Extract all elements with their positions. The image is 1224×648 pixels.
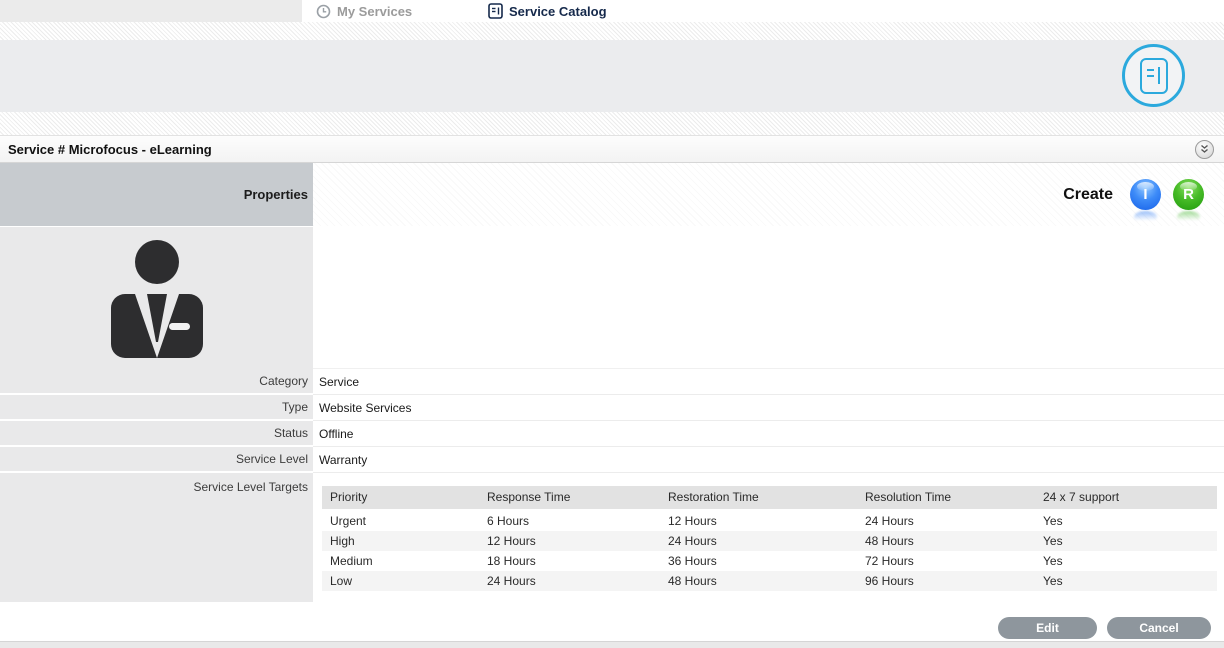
edit-button[interactable]: Edit xyxy=(998,617,1097,639)
businessman-avatar-icon xyxy=(105,236,209,360)
cell: 96 Hours xyxy=(857,571,1035,591)
cell: Yes xyxy=(1035,571,1217,591)
column-header: Resolution Time xyxy=(857,486,1035,511)
cell: 12 Hours xyxy=(479,531,660,551)
top-tab-bar: My Services Service Catalog xyxy=(0,0,1224,22)
field-row-type: Type Website Services xyxy=(0,395,1224,421)
column-header: Response Time xyxy=(479,486,660,511)
tab-label: My Services xyxy=(337,4,412,19)
field-value: Website Services xyxy=(313,395,1224,421)
tab-label: Service Catalog xyxy=(509,4,607,19)
page-title: Service # Microfocus - eLearning xyxy=(8,142,212,157)
column-header: Restoration Time xyxy=(660,486,857,511)
field-label: Service Level xyxy=(0,447,313,473)
clock-icon xyxy=(316,4,331,19)
service-catalog-circle-icon[interactable] xyxy=(1122,44,1185,107)
service-level-targets-row: Service Level Targets Priority Response … xyxy=(0,473,1224,602)
column-header: 24 x 7 support xyxy=(1035,486,1217,511)
catalog-icon xyxy=(488,3,503,19)
cell: 24 Hours xyxy=(857,511,1035,531)
cell: 18 Hours xyxy=(479,551,660,571)
create-label: Create xyxy=(1063,186,1113,204)
cell: 48 Hours xyxy=(857,531,1035,551)
field-value: Service xyxy=(313,369,1224,395)
section-title: Properties xyxy=(0,163,313,226)
cell: Low xyxy=(322,571,479,591)
field-label: Status xyxy=(0,421,313,447)
field-row-category: Category Service xyxy=(0,369,1224,395)
avatar-row xyxy=(0,227,1224,369)
cell: High xyxy=(322,531,479,551)
field-row-status: Status Offline xyxy=(0,421,1224,447)
cell: Yes xyxy=(1035,551,1217,571)
cell: 36 Hours xyxy=(660,551,857,571)
field-label: Category xyxy=(0,369,313,395)
tab-my-services[interactable]: My Services xyxy=(316,0,412,22)
banner xyxy=(0,40,1224,112)
properties-header-row: Properties Create I R xyxy=(0,163,1224,226)
service-level-targets-table: Priority Response Time Restoration Time … xyxy=(322,486,1217,591)
field-label: Type xyxy=(0,395,313,421)
action-bar: Edit Cancel xyxy=(0,602,1224,641)
cell: 6 Hours xyxy=(479,511,660,531)
cell: 48 Hours xyxy=(660,571,857,591)
cell: Yes xyxy=(1035,511,1217,531)
column-header: Priority xyxy=(322,486,479,511)
create-incident-button[interactable]: I xyxy=(1130,179,1161,210)
cell: 72 Hours xyxy=(857,551,1035,571)
table-row: Low 24 Hours 48 Hours 96 Hours Yes xyxy=(322,571,1217,591)
striped-divider xyxy=(0,22,1224,40)
page-footer-strip xyxy=(0,641,1224,648)
cell: Yes xyxy=(1035,531,1217,551)
create-request-button[interactable]: R xyxy=(1173,179,1204,210)
cancel-button[interactable]: Cancel xyxy=(1107,617,1211,639)
table-row: Urgent 6 Hours 12 Hours 24 Hours Yes xyxy=(322,511,1217,531)
table-row: High 12 Hours 24 Hours 48 Hours Yes xyxy=(322,531,1217,551)
field-label: Service Level Targets xyxy=(0,473,313,602)
service-header-bar: Service # Microfocus - eLearning xyxy=(0,135,1224,163)
field-value: Offline xyxy=(313,421,1224,447)
cell: 12 Hours xyxy=(660,511,857,531)
cell: 24 Hours xyxy=(479,571,660,591)
table-row: Medium 18 Hours 36 Hours 72 Hours Yes xyxy=(322,551,1217,571)
collapse-double-chevron-icon[interactable] xyxy=(1195,140,1214,159)
tab-service-catalog[interactable]: Service Catalog xyxy=(488,0,607,22)
cell: 24 Hours xyxy=(660,531,857,551)
field-row-service-level: Service Level Warranty xyxy=(0,447,1224,473)
cell: Medium xyxy=(322,551,479,571)
field-value: Warranty xyxy=(313,447,1224,473)
cell: Urgent xyxy=(322,511,479,531)
table-header-row: Priority Response Time Restoration Time … xyxy=(322,486,1217,511)
striped-divider xyxy=(0,112,1224,135)
